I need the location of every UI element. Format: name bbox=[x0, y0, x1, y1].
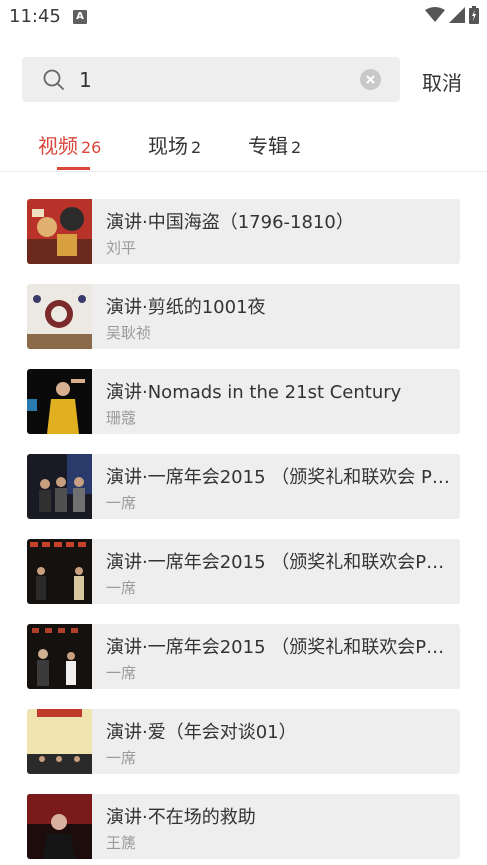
item-author: 吴耿祯 bbox=[106, 324, 152, 342]
list-item[interactable]: 演讲·剪纸的1001夜 吴耿祯 bbox=[27, 284, 460, 349]
clear-icon[interactable] bbox=[360, 69, 381, 90]
item-title: 演讲·一席年会2015 （颁奖礼和联欢会 P… bbox=[106, 467, 450, 488]
tab-videos[interactable]: 视频 26 bbox=[38, 130, 101, 159]
thumbnail bbox=[27, 454, 92, 519]
cancel-button[interactable]: 取消 bbox=[422, 67, 462, 96]
thumbnail bbox=[27, 709, 92, 774]
thumbnail bbox=[27, 369, 92, 434]
item-title: 演讲·中国海盗（1796-1810） bbox=[106, 212, 354, 233]
item-title: 演讲·不在场的救助 bbox=[106, 807, 256, 828]
search-box[interactable] bbox=[22, 57, 400, 102]
thumbnail bbox=[27, 284, 92, 349]
tab-indicator bbox=[57, 167, 90, 170]
category-tabs: 视频 26 现场 2 专辑 2 bbox=[0, 125, 487, 171]
item-author: 一席 bbox=[106, 579, 137, 597]
wifi-icon bbox=[425, 7, 445, 22]
item-title: 演讲·剪纸的1001夜 bbox=[106, 297, 266, 318]
list-item[interactable]: 演讲·不在场的救助 王篪 bbox=[27, 794, 460, 859]
tab-count: 2 bbox=[191, 138, 202, 157]
item-author: 王篪 bbox=[106, 834, 137, 852]
tab-albums[interactable]: 专辑 2 bbox=[248, 130, 301, 159]
tab-live[interactable]: 现场 2 bbox=[148, 130, 201, 159]
item-author: 一席 bbox=[106, 664, 137, 682]
list-item[interactable]: 演讲·Nomads in the 21st Century 珊蔻 bbox=[27, 369, 460, 434]
item-title: 演讲·一席年会2015 （颁奖礼和联欢会P2… bbox=[106, 552, 454, 573]
status-bar: 11:45 A bbox=[0, 0, 487, 33]
list-item[interactable]: 演讲·一席年会2015 （颁奖礼和联欢会 P… 一席 bbox=[27, 454, 460, 519]
tab-label: 专辑 bbox=[248, 134, 288, 158]
thumbnail bbox=[27, 199, 92, 264]
item-author: 一席 bbox=[106, 749, 137, 767]
list-item[interactable]: 演讲·爱（年会对谈01） 一席 bbox=[27, 709, 460, 774]
thumbnail bbox=[27, 794, 92, 859]
status-icons bbox=[425, 6, 479, 24]
tab-label: 现场 bbox=[148, 134, 188, 158]
tab-label: 视频 bbox=[38, 134, 78, 158]
notification-a-icon: A bbox=[73, 10, 87, 24]
item-author: 刘平 bbox=[106, 239, 137, 257]
item-author: 珊蔻 bbox=[106, 409, 137, 427]
tabs-divider bbox=[0, 171, 487, 172]
list-item[interactable]: 演讲·一席年会2015 （颁奖礼和联欢会P3… 一席 bbox=[27, 624, 460, 689]
item-title: 演讲·一席年会2015 （颁奖礼和联欢会P3… bbox=[106, 637, 454, 658]
search-input[interactable] bbox=[79, 65, 349, 94]
thumbnail bbox=[27, 539, 92, 604]
thumbnail bbox=[27, 624, 92, 689]
signal-icon bbox=[449, 7, 465, 23]
item-author: 一席 bbox=[106, 494, 137, 512]
list-item[interactable]: 演讲·一席年会2015 （颁奖礼和联欢会P2… 一席 bbox=[27, 539, 460, 604]
search-icon bbox=[43, 69, 64, 90]
status-time: 11:45 bbox=[9, 6, 61, 27]
tab-count: 26 bbox=[81, 138, 102, 157]
item-title: 演讲·Nomads in the 21st Century bbox=[106, 382, 402, 403]
list-item[interactable]: 演讲·中国海盗（1796-1810） 刘平 bbox=[27, 199, 460, 264]
item-title: 演讲·爱（年会对谈01） bbox=[106, 722, 297, 743]
tab-count: 2 bbox=[291, 138, 302, 157]
battery-icon bbox=[469, 6, 479, 24]
